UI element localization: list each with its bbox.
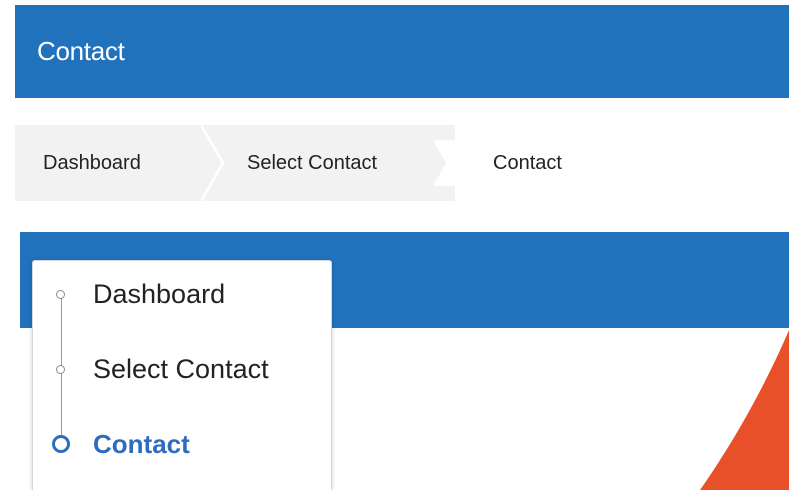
page-title: Contact: [37, 36, 125, 66]
step-item-select-contact[interactable]: Select Contact: [33, 344, 331, 394]
step-label: Dashboard: [93, 278, 226, 309]
step-dot-icon: [56, 364, 65, 374]
orange-decoration: [700, 330, 789, 490]
breadcrumb-item-dashboard[interactable]: Dashboard: [43, 125, 141, 201]
page-header: Contact: [15, 5, 789, 98]
step-item-contact[interactable]: Contact: [33, 419, 331, 469]
breadcrumb: Dashboard Select Contact Contact: [15, 125, 789, 201]
page-root: Contact Dashboard Select Contact Contact…: [0, 0, 789, 490]
step-label: Contact: [93, 428, 190, 459]
breadcrumb-separator-icon: [433, 140, 457, 186]
breadcrumb-item-contact: Contact: [493, 151, 562, 174]
step-dot-icon: [56, 289, 65, 299]
breadcrumb-item-select-contact[interactable]: Select Contact: [247, 125, 377, 201]
step-active-dot-icon: [52, 435, 70, 453]
step-item-dashboard[interactable]: Dashboard: [33, 269, 331, 319]
breadcrumb-separator-icon: [201, 125, 225, 201]
step-menu: Dashboard Select Contact Contact: [32, 260, 332, 490]
step-label: Select Contact: [93, 353, 269, 384]
